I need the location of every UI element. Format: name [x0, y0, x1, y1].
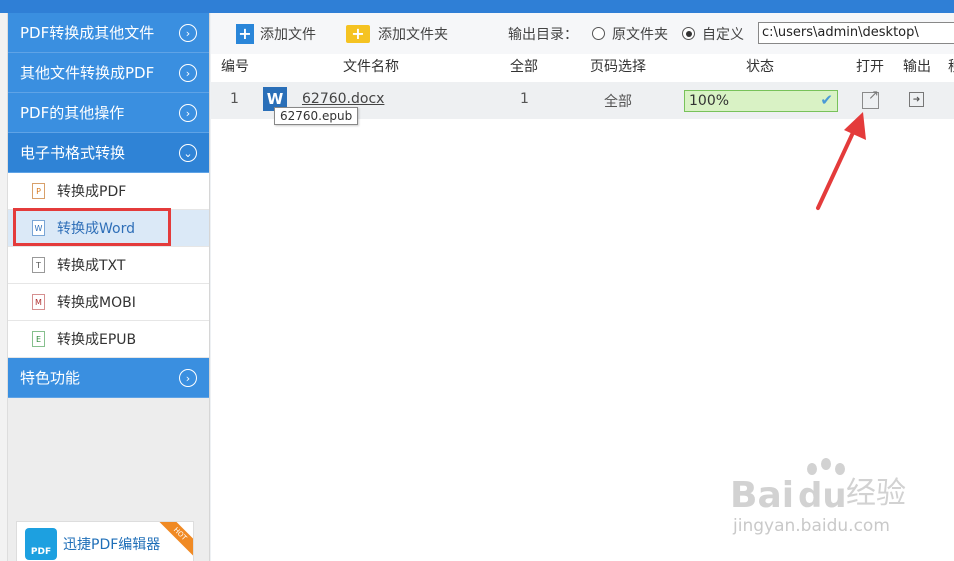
category-label: PDF的其他操作 [20, 104, 125, 122]
toolbar: + 添加文件 + 添加文件夹 输出目录： 原文件夹 自定义 c:\users\a… [211, 13, 954, 54]
hot-ribbon: HOT [155, 522, 193, 559]
sidebar-item-label: 转换成Word [57, 221, 135, 237]
chevron-down-icon: ⌄ [179, 144, 197, 162]
promo-pdf-editor[interactable]: PDF 迅捷PDF编辑器 HOT [16, 521, 194, 561]
header-open: 打开 [856, 59, 884, 75]
watermark-url: jingyan.baidu.com [733, 516, 890, 536]
sidebar-item-label: 转换成EPUB [57, 332, 137, 348]
mobi-file-icon: M [32, 294, 45, 310]
sidebar-item-to-txt[interactable]: T 转换成TXT [8, 247, 209, 284]
annotation-arrow-icon [816, 112, 866, 210]
add-folder-icon: + [346, 24, 370, 43]
promo-label: 迅捷PDF编辑器 [63, 536, 161, 553]
output-dir-label: 输出目录： [508, 26, 578, 43]
add-file-button[interactable]: + 添加文件 [236, 23, 316, 44]
sidebar-item-to-word[interactable]: W 转换成Word [8, 210, 209, 247]
category-special-features[interactable]: 特色功能 › [8, 358, 209, 398]
radio-custom[interactable]: 自定义 [682, 24, 744, 44]
category-label: 电子书格式转换 [20, 144, 126, 162]
pdf-file-icon: P [32, 183, 45, 199]
category-label: 其他文件转换成PDF [20, 64, 155, 82]
chevron-right-icon: › [179, 64, 197, 82]
radio-circle [592, 27, 605, 40]
sidebar-item-to-pdf[interactable]: P 转换成PDF [8, 173, 209, 210]
header-num: 编号 [221, 59, 249, 75]
category-ebook-convert[interactable]: 电子书格式转换 ⌄ [8, 133, 209, 173]
status-progress-bar: 100% ✔ [684, 90, 838, 112]
category-pdf-other-ops[interactable]: PDF的其他操作 › [8, 93, 209, 133]
radio-label: 自定义 [702, 26, 744, 43]
table-header: 编号 文件名称 全部 页码选择 状态 打开 输出 移 [211, 54, 954, 76]
sidebar-item-label: 转换成MOBI [57, 295, 136, 311]
sidebar-item-label: 转换成TXT [57, 258, 126, 274]
check-icon: ✔ [820, 91, 833, 109]
output-folder-icon[interactable]: ➜ [909, 92, 924, 107]
header-output: 输出 [903, 59, 931, 75]
radio-circle-selected [682, 27, 695, 40]
svg-text:Bai: Bai [730, 475, 794, 515]
baidu-watermark-logo-icon: Bai du 经验 [730, 458, 906, 515]
header-extra: 移 [948, 56, 954, 76]
row-filename[interactable]: 62760.docx [302, 91, 384, 107]
chevron-right-icon: › [179, 104, 197, 122]
category-label: PDF转换成其他文件 [20, 24, 155, 42]
left-edge-strip [0, 13, 8, 561]
progress-text: 100% [689, 93, 730, 109]
category-other-to-pdf[interactable]: 其他文件转换成PDF › [8, 53, 209, 93]
open-external-icon[interactable] [862, 88, 879, 109]
output-dir-group: 输出目录： 原文件夹 自定义 [508, 24, 744, 44]
add-folder-label: 添加文件夹 [378, 26, 448, 43]
add-file-icon: + [236, 23, 254, 44]
row-num: 1 [230, 91, 239, 107]
category-label: 特色功能 [20, 369, 81, 387]
radio-label: 原文件夹 [612, 26, 668, 43]
word-file-icon: W [32, 220, 45, 236]
pdf-editor-logo-icon: PDF [25, 527, 57, 560]
sidebar-item-label: 转换成PDF [57, 184, 127, 200]
header-page-select: 页码选择 [590, 59, 646, 75]
output-path-input[interactable]: c:\users\admin\desktop\ [758, 22, 954, 44]
epub-file-icon: E [32, 331, 45, 347]
row-total: 1 [520, 91, 529, 107]
header-filename: 文件名称 [343, 59, 399, 75]
row-page-select[interactable]: 全部 [604, 91, 632, 111]
chevron-right-icon: › [179, 24, 197, 42]
add-folder-button[interactable]: + 添加文件夹 [346, 24, 448, 44]
txt-file-icon: T [32, 257, 45, 273]
category-pdf-to-other[interactable]: PDF转换成其他文件 › [8, 13, 209, 53]
filename-tooltip: 62760.epub [274, 107, 359, 125]
radio-original-folder[interactable]: 原文件夹 [592, 24, 668, 44]
svg-text:经验: 经验 [846, 476, 906, 511]
header-total: 全部 [510, 59, 538, 75]
svg-text:du: du [798, 476, 847, 515]
sidebar-item-to-mobi[interactable]: M 转换成MOBI [8, 284, 209, 321]
sidebar-item-to-epub[interactable]: E 转换成EPUB [8, 321, 209, 358]
chevron-right-icon: › [179, 369, 197, 387]
header-status: 状态 [746, 59, 774, 75]
add-file-label: 添加文件 [260, 26, 316, 43]
window-top-bar [0, 0, 954, 13]
sidebar: PDF转换成其他文件 › 其他文件转换成PDF › PDF的其他操作 › 电子书… [8, 13, 210, 561]
